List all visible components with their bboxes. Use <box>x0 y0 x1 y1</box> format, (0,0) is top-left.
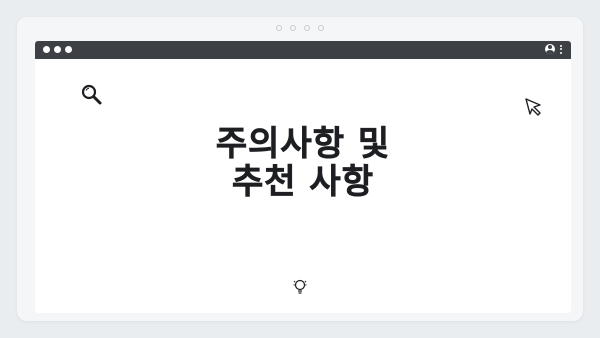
page-title: 주의사항 및 추천 사항 <box>35 124 571 202</box>
page-dot[interactable] <box>318 25 324 31</box>
window-content: 주의사항 및 추천 사항 <box>35 59 571 313</box>
user-avatar-icon[interactable] <box>545 44 555 54</box>
window-controls <box>43 46 72 53</box>
search-icon <box>81 84 102 105</box>
lightbulb-icon <box>293 279 307 294</box>
cursor-icon <box>525 98 541 116</box>
browser-window: 주의사항 및 추천 사항 <box>35 41 571 313</box>
window-control-close[interactable] <box>43 46 50 53</box>
title-line-1: 주의사항 및 <box>215 124 391 164</box>
window-titlebar <box>35 41 571 59</box>
pagination-dots <box>17 25 583 31</box>
titlebar-actions <box>545 44 563 54</box>
window-control-minimize[interactable] <box>54 46 61 53</box>
kebab-menu-icon[interactable] <box>559 44 563 54</box>
window-control-maximize[interactable] <box>65 46 72 53</box>
page-dot[interactable] <box>304 25 310 31</box>
page-dot[interactable] <box>276 25 282 31</box>
page-dot[interactable] <box>290 25 296 31</box>
title-line-2: 추천 사항 <box>232 162 374 202</box>
